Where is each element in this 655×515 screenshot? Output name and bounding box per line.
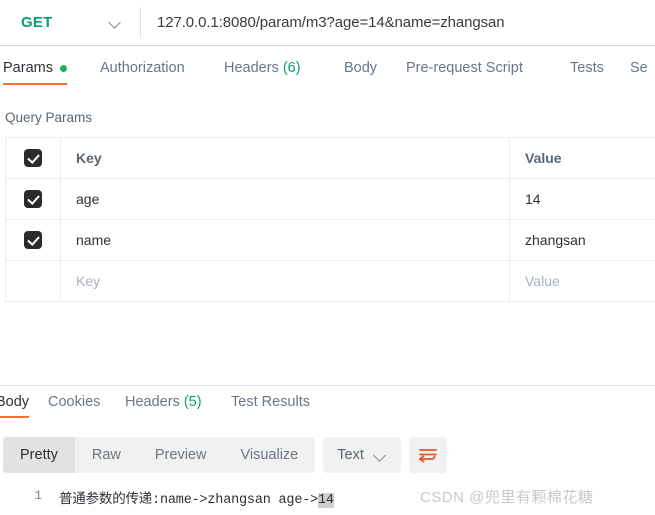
response-body-toolbar: Pretty Raw Preview Visualize Text (3, 437, 447, 473)
param-value-text: zhangsan (525, 232, 586, 248)
tab-headers-count: (6) (282, 60, 301, 76)
tab-pre-request-script[interactable]: Pre-request Script (406, 60, 523, 85)
word-wrap-icon (418, 449, 437, 463)
tab-headers[interactable]: Headers (6) (224, 60, 301, 85)
view-visualize-label: Visualize (240, 447, 299, 463)
tab-authorization[interactable]: Authorization (100, 60, 185, 85)
view-raw-button[interactable]: Raw (75, 437, 138, 473)
request-tab-bar: Params Authorization Headers (6) Body Pr… (0, 60, 655, 92)
response-tab-headers-count: (5) (183, 394, 202, 410)
url-input[interactable]: 127.0.0.1:8080/param/m3?age=14&name=zhan… (141, 0, 655, 45)
request-response-divider (0, 385, 655, 386)
code-line-number: 1 (34, 489, 42, 503)
param-key-placeholder: Key (76, 273, 101, 289)
tab-authorization-label: Authorization (100, 60, 185, 76)
tab-headers-label: Headers (224, 60, 279, 76)
param-value-text: 14 (525, 191, 541, 207)
response-view-switcher: Pretty Raw Preview Visualize (3, 437, 316, 473)
view-pretty-button[interactable]: Pretty (3, 437, 75, 473)
query-params-title: Query Params (5, 110, 93, 125)
response-tab-headers[interactable]: Headers (5) (125, 394, 202, 418)
view-preview-button[interactable]: Preview (138, 437, 224, 473)
response-tab-body[interactable]: Body (0, 394, 30, 418)
table-row: age 14 (6, 179, 655, 220)
checkbox-checked-icon (24, 149, 42, 167)
tab-settings[interactable]: Se (630, 60, 648, 85)
tab-body[interactable]: Body (344, 60, 377, 85)
response-body-selected-text: 14 (318, 493, 334, 508)
view-pretty-label: Pretty (20, 447, 58, 463)
tab-params-label: Params (3, 60, 53, 76)
column-header-key: Key (61, 138, 510, 178)
tab-params[interactable]: Params (3, 60, 67, 85)
response-tab-headers-label: Headers (125, 394, 180, 410)
param-key-input-empty[interactable]: Key (61, 261, 510, 301)
param-key-input-age[interactable]: age (61, 179, 510, 219)
response-format-label: Text (337, 447, 364, 463)
row-checkbox-name[interactable] (6, 220, 61, 260)
param-key-input-name[interactable]: name (61, 220, 510, 260)
tab-pre-request-script-label: Pre-request Script (406, 60, 523, 76)
select-all-checkbox[interactable] (6, 138, 61, 178)
row-checkbox-empty[interactable] (6, 261, 61, 301)
column-header-value-label: Value (525, 150, 562, 166)
response-body-text: 普通参数的传递:name->zhangsan age-> (59, 493, 319, 508)
tab-settings-label: Se (630, 60, 648, 76)
response-tab-bar: Body Cookies Headers (5) Test Results (0, 394, 655, 424)
response-body-line: 普通参数的传递:name->zhangsan age->14 (59, 487, 334, 508)
view-visualize-button[interactable]: Visualize (223, 437, 315, 473)
response-tab-cookies-label: Cookies (48, 394, 101, 410)
table-row-empty: Key Value (6, 261, 655, 302)
table-header-row: Key Value (6, 138, 655, 179)
http-method-selector[interactable]: GET (0, 0, 140, 45)
http-method-label: GET (21, 14, 53, 31)
response-tab-body-label: Body (0, 394, 30, 410)
response-format-selector[interactable]: Text (323, 437, 401, 473)
postman-request-response-pane: GET 127.0.0.1:8080/param/m3?age=14&name=… (0, 0, 655, 515)
param-value-input-empty[interactable]: Value (510, 261, 655, 301)
view-raw-label: Raw (91, 447, 121, 463)
view-preview-label: Preview (154, 447, 207, 463)
column-header-key-label: Key (76, 150, 102, 166)
checkbox-checked-icon (24, 231, 42, 249)
param-value-input-age[interactable]: 14 (510, 179, 655, 219)
tab-tests-label: Tests (570, 60, 604, 76)
param-value-input-name[interactable]: zhangsan (510, 220, 655, 260)
query-params-table: Key Value age 14 name zhangsan Key Value (5, 137, 655, 302)
param-key-text: name (76, 232, 112, 248)
response-tab-cookies[interactable]: Cookies (48, 394, 100, 418)
chevron-down-icon (374, 449, 387, 462)
checkbox-checked-icon (24, 190, 42, 208)
column-header-value: Value (510, 138, 655, 178)
row-checkbox-age[interactable] (6, 179, 61, 219)
params-modified-dot-icon (59, 64, 67, 72)
csdn-watermark: CSDN @兜里有颗棉花糖 (420, 489, 594, 506)
response-tab-test-results-label: Test Results (231, 394, 310, 410)
word-wrap-toggle[interactable] (408, 437, 447, 473)
chevron-down-icon (109, 16, 122, 29)
param-key-text: age (76, 191, 100, 207)
table-row: name zhangsan (6, 220, 655, 261)
response-tab-test-results[interactable]: Test Results (231, 394, 310, 418)
tab-body-label: Body (344, 60, 378, 76)
url-bar: GET 127.0.0.1:8080/param/m3?age=14&name=… (0, 0, 655, 46)
param-value-placeholder: Value (525, 273, 560, 289)
url-text: 127.0.0.1:8080/param/m3?age=14&name=zhan… (157, 14, 505, 31)
tab-tests[interactable]: Tests (570, 60, 604, 85)
